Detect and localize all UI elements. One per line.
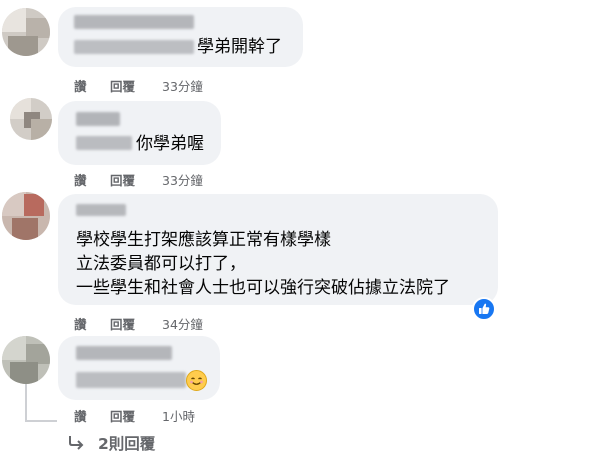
like-button[interactable]: 讚 [74,170,87,189]
blurred-author-name [74,15,194,29]
timestamp[interactable]: 33分鐘 [162,76,203,95]
timestamp[interactable]: 34分鐘 [162,314,203,333]
avatar[interactable] [2,336,50,384]
timestamp[interactable]: 1小時 [162,406,195,425]
reply-button[interactable]: 回覆 [110,170,135,189]
timestamp[interactable]: 33分鐘 [162,170,203,189]
reply-button[interactable]: 回覆 [110,314,135,333]
blurred-author-name [76,346,172,360]
comment-text-line-3: 一些學生和社會人士也可以強行突破佔據立法院了 [76,278,450,298]
like-button[interactable]: 讚 [74,314,87,333]
comment-text: 學弟開幹了 [197,37,282,57]
reply-arrow-icon [68,434,86,454]
comment-text: 你學弟喔 [136,134,204,154]
view-more-replies[interactable]: 2則回覆 [62,432,182,454]
like-icon[interactable] [472,297,496,321]
like-button[interactable]: 讚 [74,406,87,425]
avatar[interactable] [2,192,50,240]
avatar[interactable] [10,98,52,140]
comment-text-line-2: 立法委員都可以打了， [76,254,246,274]
avatar[interactable] [2,8,50,56]
blurred-mention [76,136,132,150]
more-replies-label[interactable]: 2則回覆 [98,432,155,454]
smiling-emoji-icon [186,370,207,391]
reply-button[interactable]: 回覆 [110,76,135,95]
blurred-comment-text [76,372,186,388]
comment-text-line-1: 學校學生打架應該算正常有樣學樣 [76,230,331,250]
blurred-mention [74,40,194,54]
reply-button[interactable]: 回覆 [110,406,135,425]
like-button[interactable]: 讚 [74,76,87,95]
thread-connector [25,420,57,422]
blurred-author-name [76,112,120,126]
blurred-author-name [76,204,126,216]
thread-line [25,382,27,422]
